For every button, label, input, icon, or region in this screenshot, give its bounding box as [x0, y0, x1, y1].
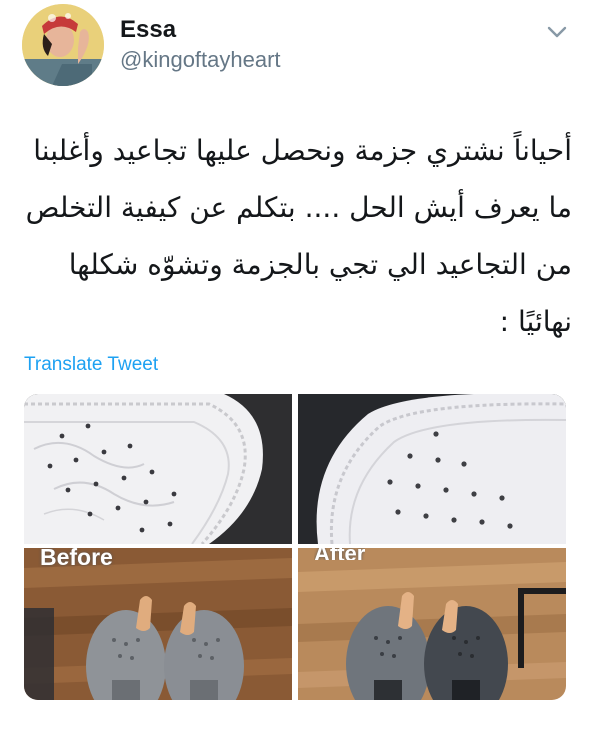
- tweet-header: Essa @kingoftayheart: [0, 0, 591, 90]
- photo-shoes-after[interactable]: After: [298, 548, 566, 700]
- after-label: After: [314, 548, 365, 560]
- before-label: Before: [40, 548, 113, 570]
- media-grid: Before After: [24, 394, 566, 700]
- avatar[interactable]: [22, 4, 104, 86]
- photo-shoes-before[interactable]: Before: [24, 548, 292, 700]
- author-name[interactable]: Essa: [120, 16, 176, 44]
- avatar-image: [22, 4, 104, 86]
- author-handle[interactable]: @kingoftayheart: [120, 47, 281, 73]
- translate-tweet-link[interactable]: Translate Tweet: [24, 354, 158, 376]
- chevron-down-icon[interactable]: [546, 24, 568, 40]
- photo-shoe-toe-smooth[interactable]: [298, 394, 566, 544]
- photo-shoe-toe-wrinkled[interactable]: [24, 394, 292, 544]
- tweet-text: أحياناً نشتري جزمة ونحصل عليها تجاعيد وأ…: [25, 134, 572, 338]
